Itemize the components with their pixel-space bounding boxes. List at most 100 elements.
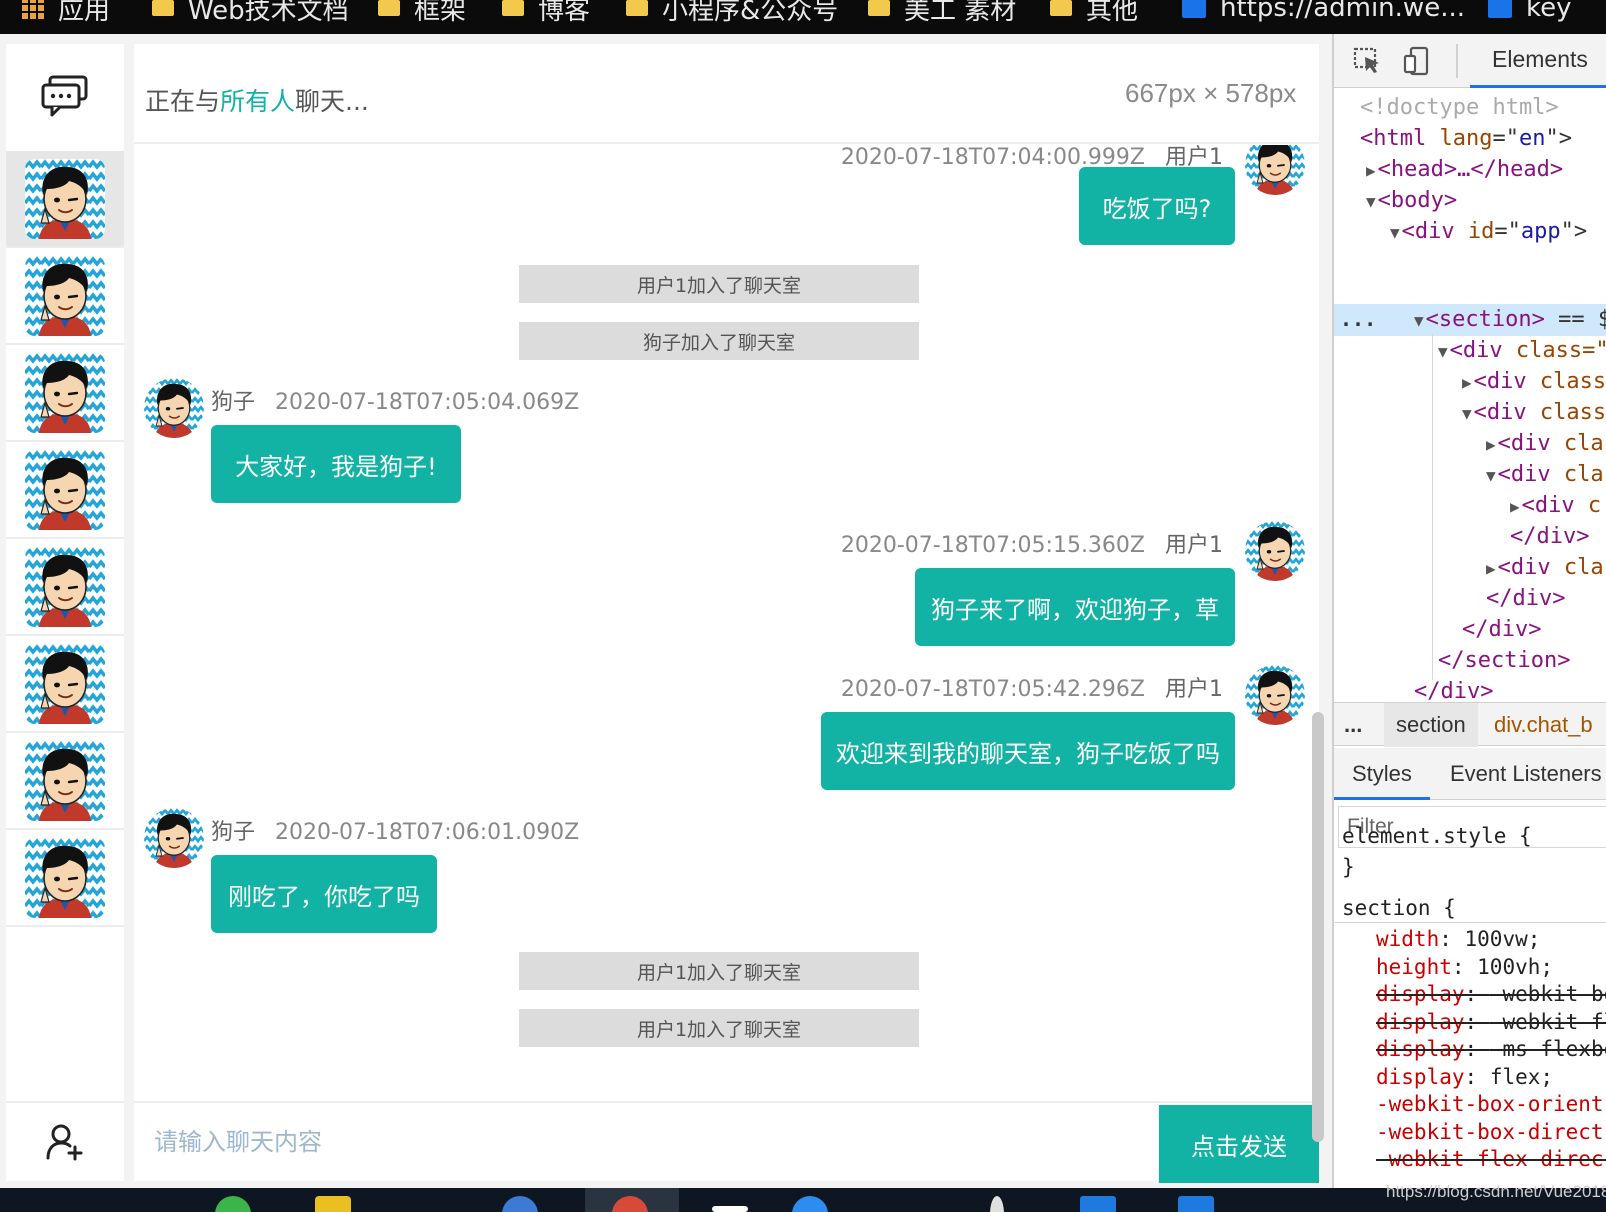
add-user-button[interactable] [6, 1101, 124, 1181]
css-property[interactable]: display: -webkit-box; [1376, 980, 1606, 1008]
taskbar-app-icon[interactable] [315, 1196, 351, 1212]
breadcrumb-div-chat[interactable]: div.chat_b [1484, 703, 1603, 747]
user-list-item[interactable] [6, 733, 124, 830]
css-property[interactable]: -webkit-box-orient: [1376, 1090, 1606, 1118]
dom-node[interactable]: <html lang="en"> [1360, 123, 1572, 154]
avatar [1245, 145, 1305, 195]
scrollbar-thumb[interactable] [1312, 712, 1324, 1142]
avatar [1245, 521, 1305, 581]
taskbar-app-icon[interactable] [712, 1206, 748, 1212]
add-user-icon [46, 1124, 83, 1161]
taskbar-app-icon[interactable] [792, 1196, 828, 1212]
avatar [25, 158, 105, 239]
message-meta: 2020-07-18T07:05:15.360Z 用户1 [841, 527, 1223, 559]
css-property[interactable]: display: -webkit-flex; [1376, 1008, 1606, 1036]
bookmark-label: 应用 [58, 0, 111, 26]
taskbar-app-icon[interactable] [502, 1196, 538, 1212]
bookmark-apps[interactable]: 应用 [22, 0, 111, 26]
dom-node[interactable]: ▼<div id="app"> [1390, 216, 1587, 247]
taskbar-app-icon[interactable] [990, 1196, 1004, 1212]
message-sender: 狗子 [211, 390, 256, 415]
chat-title: 正在与所有人聊天... [145, 82, 369, 118]
system-message: 狗子加入了聊天室 [519, 322, 919, 360]
chat-scrollbar[interactable] [1312, 182, 1324, 1149]
bookmarks-bar: 应用 Web技术文档 框架 博客 小程序&公众号 美工 素材 其他 https:… [0, 0, 1606, 34]
dom-node-selected[interactable]: ▼<section> == $0 [1414, 304, 1606, 335]
css-property[interactable]: display: -ms-flexbox; [1376, 1035, 1606, 1063]
user-list-item[interactable] [6, 539, 124, 636]
system-message: 用户1加入了聊天室 [519, 952, 919, 990]
dom-node[interactable]: </div> [1462, 614, 1541, 645]
bookmark-key[interactable]: key [1488, 0, 1572, 24]
bookmark-label: key [1526, 0, 1572, 23]
taskbar [0, 1188, 1606, 1212]
dom-node[interactable]: ▼<div class=" [1438, 335, 1606, 366]
inspect-element-icon[interactable] [1350, 44, 1384, 78]
dom-node[interactable]: </div> [1414, 676, 1493, 702]
message-sender: 用户1 [1165, 533, 1223, 558]
dom-node[interactable]: ▼<body> [1366, 185, 1457, 216]
bookmark-blogs[interactable]: 博客 [502, 0, 591, 26]
breadcrumb-section[interactable]: section [1384, 703, 1478, 747]
collapse-icon: ▼ [1390, 223, 1400, 242]
css-property[interactable]: -webkit-flex-direc: [1376, 1145, 1606, 1173]
screen: 应用 Web技术文档 框架 博客 小程序&公众号 美工 素材 其他 https:… [0, 0, 1606, 1212]
dom-row-menu[interactable]: ... [1340, 304, 1376, 335]
bookmark-label: 框架 [414, 0, 467, 26]
user-list-item[interactable] [6, 442, 124, 539]
bookmark-label: 美工 素材 [904, 0, 1017, 26]
devtools-panel: Elements ... <!doctype html> <html lang=… [1332, 34, 1606, 1188]
tab-elements[interactable]: Elements [1470, 34, 1606, 88]
dom-node[interactable]: ▶<div class [1462, 366, 1606, 397]
dom-node[interactable]: ▶<div c [1510, 490, 1601, 521]
dom-node[interactable]: ▶<div cla [1486, 552, 1604, 583]
css-rule-selector: section { [1342, 896, 1456, 920]
user-list-item[interactable] [6, 151, 124, 248]
taskbar-app-icon[interactable] [1080, 1196, 1116, 1212]
bookmark-label: 博客 [538, 0, 591, 26]
message-sender: 狗子 [211, 820, 256, 845]
avatar [144, 808, 204, 868]
bookmark-design[interactable]: 美工 素材 [868, 0, 1017, 26]
taskbar-app-icon[interactable] [215, 1196, 251, 1212]
bookmark-miniprogram[interactable]: 小程序&公众号 [626, 0, 838, 26]
dom-node[interactable]: </section> [1438, 645, 1570, 676]
css-rule-selector: element.style { [1342, 824, 1532, 848]
chat-panel: 正在与所有人聊天... 2020-07-18T07:04:00.999Z 用户1 吃… [134, 44, 1319, 1183]
tab-styles[interactable]: Styles [1334, 748, 1430, 800]
bookmark-admin[interactable]: https://admin.we... [1182, 0, 1465, 24]
dom-node[interactable]: </div> [1510, 521, 1589, 552]
dom-node[interactable]: ▼<div class [1462, 397, 1606, 428]
toolbar-separator [1456, 44, 1458, 78]
bookmark-other[interactable]: 其他 [1050, 0, 1138, 26]
avatar [25, 837, 105, 918]
tab-event-listeners[interactable]: Event Listeners [1432, 748, 1606, 800]
apps-grid-icon [22, 0, 44, 19]
user-list-item[interactable] [6, 248, 124, 345]
bookmark-web-docs[interactable]: Web技术文档 [152, 0, 349, 26]
dom-node[interactable]: ▼<div cla [1486, 459, 1604, 490]
css-property[interactable]: display: flex; [1376, 1063, 1553, 1091]
user-list-item[interactable] [6, 830, 124, 927]
dom-node[interactable]: ▶<head>…</head> [1366, 154, 1563, 185]
css-property[interactable]: height: 100vh; [1376, 953, 1553, 981]
css-property[interactable]: -webkit-box-direct: [1376, 1118, 1606, 1146]
css-property[interactable]: width: 100vw; [1376, 925, 1540, 953]
breadcrumb-ellipsis[interactable]: ... [1334, 703, 1372, 747]
user-list-item[interactable] [6, 345, 124, 442]
send-button[interactable]: 点击发送 [1159, 1105, 1319, 1183]
bookmark-frameworks[interactable]: 框架 [378, 0, 467, 26]
dom-node[interactable]: </div> [1486, 583, 1565, 614]
bookmark-label: https://admin.we... [1220, 0, 1465, 23]
message-input[interactable] [142, 1105, 1292, 1181]
expand-icon: ▶ [1486, 435, 1496, 454]
dom-node[interactable]: <!doctype html> [1360, 92, 1559, 123]
expand-icon: ▶ [1462, 373, 1472, 392]
expand-icon: ▶ [1510, 497, 1520, 516]
dom-node[interactable]: ▶<div cla [1486, 428, 1604, 459]
user-list-item[interactable] [6, 636, 124, 733]
dom-tree: ... <!doctype html> <html lang="en"> ▶<h… [1334, 90, 1606, 702]
message-list[interactable]: 2020-07-18T07:04:00.999Z 用户1 吃饭了吗? 用户1加入了聊天… [134, 145, 1319, 1110]
device-toolbar-icon[interactable] [1400, 44, 1434, 78]
taskbar-app-icon[interactable] [1178, 1196, 1214, 1212]
